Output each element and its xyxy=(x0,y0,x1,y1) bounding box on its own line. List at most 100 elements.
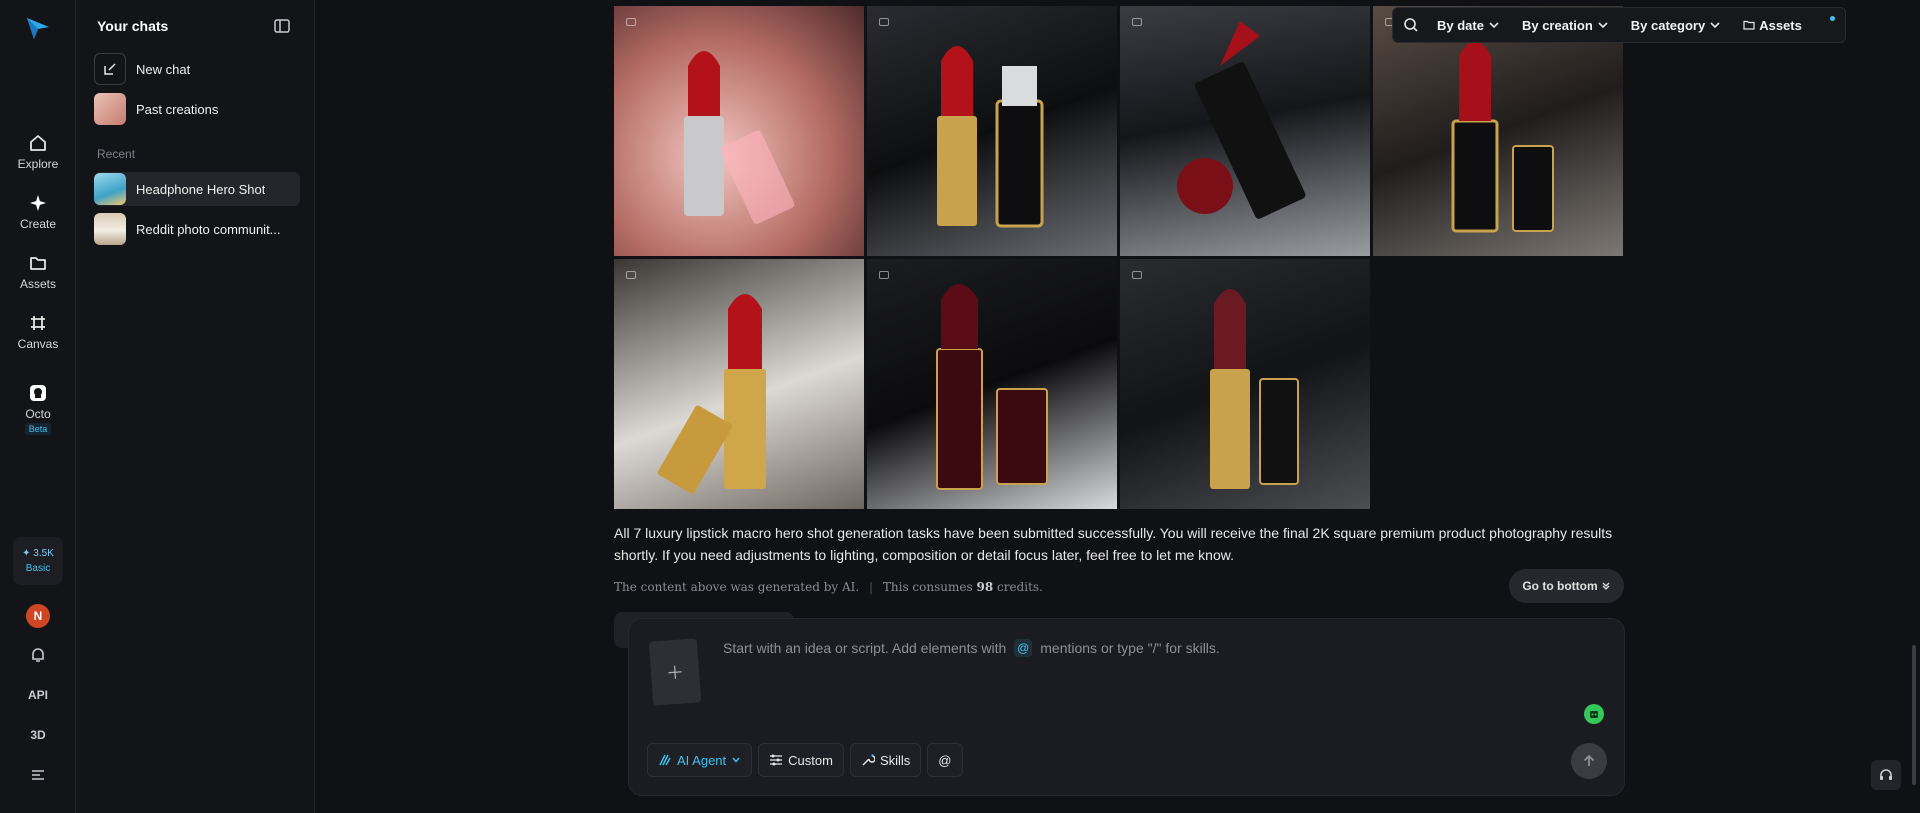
filter-label: By category xyxy=(1630,17,1706,33)
placeholder-text: mentions or type "/" for skills. xyxy=(1040,640,1220,656)
assets-button[interactable]: Assets xyxy=(1743,18,1802,33)
recent-chat-item[interactable]: Reddit photo communit... xyxy=(94,212,300,246)
rail-label: Explore xyxy=(17,157,59,171)
chat-thumbnail xyxy=(94,173,126,205)
at-mention-icon: @ xyxy=(1014,639,1033,657)
rail-assets[interactable]: Assets xyxy=(0,248,76,296)
filter-by-creation[interactable]: By creation xyxy=(1522,18,1609,33)
robot-icon[interactable] xyxy=(1584,704,1604,724)
agent-icon xyxy=(659,754,671,766)
agent-label: AI Agent xyxy=(677,752,727,768)
image-tag-icon xyxy=(626,271,636,279)
ai-disclaimer: The content above was generated by AI. |… xyxy=(614,580,1043,594)
assistant-message: All 7 luxury lipstick macro hero shot ge… xyxy=(614,525,1613,563)
rail-octo[interactable]: Octo Beta xyxy=(0,378,76,440)
canvas-icon xyxy=(31,316,45,330)
prompt-input[interactable]: Start with an idea or script. Add elemen… xyxy=(723,639,1220,657)
app-root: Explore Create Assets Canvas Octo Beta ✦… xyxy=(0,0,1920,813)
generated-image[interactable] xyxy=(1120,6,1370,256)
logo-icon[interactable] xyxy=(24,14,52,42)
recent-chat-item[interactable]: Headphone Hero Shot xyxy=(94,172,300,206)
lipstick-illustration xyxy=(1451,41,1554,233)
image-tag-icon xyxy=(1132,18,1142,26)
composer-controls: AI Agent Custom Skills @ xyxy=(647,743,969,777)
rail-label: Assets xyxy=(19,277,56,291)
search-icon[interactable] xyxy=(1403,17,1419,33)
lipstick-illustration xyxy=(1210,289,1299,489)
placeholder-text: Start with an idea or script. Add elemen… xyxy=(723,640,1007,656)
main-area: By date By creation By category Assets A… xyxy=(316,0,1920,813)
support-button[interactable] xyxy=(1871,760,1901,790)
generated-image[interactable] xyxy=(1373,6,1623,256)
rail-canvas[interactable]: Canvas xyxy=(0,308,76,356)
custom-label: Custom xyxy=(788,752,833,768)
chevron-down-icon xyxy=(1489,22,1499,29)
new-chat-icon xyxy=(94,53,126,85)
menu-icon xyxy=(32,770,44,780)
generated-image[interactable] xyxy=(867,259,1117,509)
recent-chat-label: Headphone Hero Shot xyxy=(136,181,266,197)
go-to-bottom-button[interactable]: Go to bottom xyxy=(1509,569,1624,603)
credits-suffix: credits. xyxy=(997,580,1043,594)
consumes-label: This consumes xyxy=(882,580,973,594)
filter-by-date[interactable]: By date xyxy=(1437,18,1500,33)
menu-button[interactable] xyxy=(0,763,76,787)
generated-image[interactable] xyxy=(1120,259,1370,509)
chevron-down-icon xyxy=(1598,22,1608,29)
api-button[interactable]: API xyxy=(0,683,76,707)
recent-chat-label: Reddit photo communit... xyxy=(136,221,281,237)
rail-label: Octo xyxy=(25,407,51,421)
filter-label: By date xyxy=(1437,17,1484,33)
chats-title: Your chats xyxy=(97,18,169,34)
skills-button[interactable]: Skills xyxy=(849,743,922,777)
arrow-up-icon xyxy=(1583,754,1595,766)
lipstick-illustration xyxy=(1177,21,1306,219)
folder-icon xyxy=(30,257,46,270)
generated-image[interactable] xyxy=(614,6,864,256)
send-button[interactable] xyxy=(1571,743,1607,779)
credits-badge[interactable]: ✦ 3.5K Basic xyxy=(13,537,63,585)
mention-button[interactable]: @ xyxy=(927,743,963,777)
generated-image[interactable] xyxy=(614,259,864,509)
rail-explore[interactable]: Explore xyxy=(0,128,76,176)
divider: | xyxy=(869,580,874,594)
past-creations-button[interactable]: Past creations xyxy=(94,92,300,126)
lipstick-illustration xyxy=(936,284,1048,490)
avatar[interactable]: N xyxy=(26,604,50,628)
chat-thumbnail xyxy=(94,213,126,245)
beta-badge: Beta xyxy=(24,423,52,435)
sliders-icon xyxy=(770,754,783,766)
chevron-down-icon xyxy=(1710,22,1720,29)
home-icon xyxy=(30,135,46,151)
rail-create[interactable]: Create xyxy=(0,188,76,236)
notifications-button[interactable] xyxy=(0,643,76,667)
custom-button[interactable]: Custom xyxy=(758,743,844,777)
disclaimer-text: The content above was generated by AI. xyxy=(614,580,860,594)
add-reference-button[interactable]: ＋ xyxy=(648,638,702,706)
lipstick-illustration xyxy=(684,51,795,224)
plan-label: Basic xyxy=(25,563,51,574)
credits-used: 98 xyxy=(976,580,994,594)
new-chat-button[interactable]: New chat xyxy=(94,52,300,86)
composer: ＋ Start with an idea or script. Add elem… xyxy=(628,618,1625,796)
image-tag-icon xyxy=(1132,271,1142,279)
go-to-bottom-label: Go to bottom xyxy=(1522,579,1598,593)
past-creations-label: Past creations xyxy=(136,101,219,117)
double-chevron-down-icon xyxy=(1602,582,1610,590)
image-tag-icon xyxy=(879,18,889,26)
credits-count: ✦ 3.5K xyxy=(22,548,54,559)
new-chat-label: New chat xyxy=(136,61,191,77)
past-creations-thumbnail xyxy=(94,93,126,125)
sidebar-collapse-icon[interactable] xyxy=(273,17,291,35)
bell-icon xyxy=(32,648,44,662)
chats-panel: Your chats New chat Past creations Recen… xyxy=(77,0,315,813)
generated-image[interactable] xyxy=(867,6,1117,256)
octo-icon xyxy=(30,385,46,401)
mention-label: @ xyxy=(938,752,952,768)
image-tag-icon xyxy=(626,18,636,26)
ai-agent-dropdown[interactable]: AI Agent xyxy=(647,743,753,777)
lipstick-illustration xyxy=(657,294,766,494)
3d-button[interactable]: 3D xyxy=(0,723,76,747)
scrollbar[interactable] xyxy=(1912,645,1916,785)
filter-by-category[interactable]: By category xyxy=(1631,18,1721,33)
